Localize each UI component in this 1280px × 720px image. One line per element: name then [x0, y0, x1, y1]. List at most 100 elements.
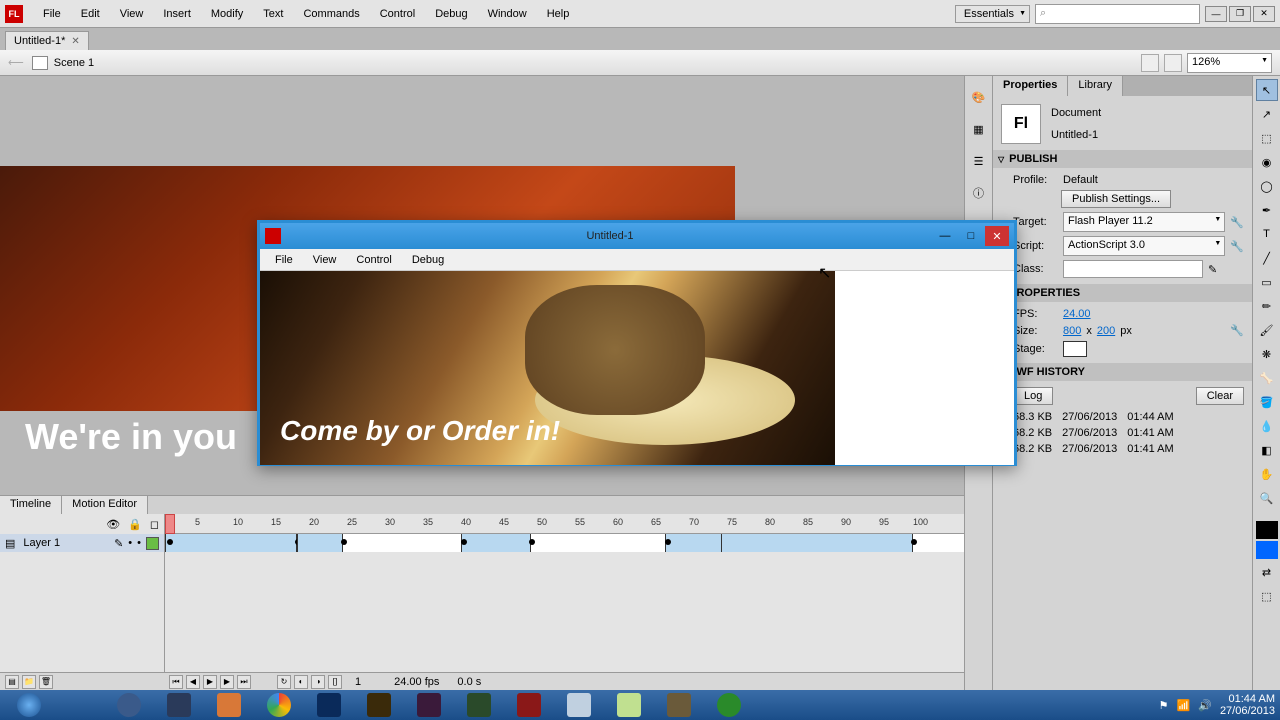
onion-outlines-button[interactable]: ◑ [311, 675, 325, 689]
taskbar-flash[interactable] [505, 691, 553, 719]
delete-layer-button[interactable]: 🗑 [39, 675, 53, 689]
lasso-tool[interactable]: ◯ [1256, 175, 1278, 197]
onion-skin-button[interactable]: ◐ [294, 675, 308, 689]
taskbar-photoshop[interactable] [305, 691, 353, 719]
menu-help[interactable]: Help [537, 4, 580, 24]
bone-tool[interactable]: 🦴 [1256, 367, 1278, 389]
frame-span[interactable] [461, 534, 531, 552]
loop-button[interactable]: ↻ [277, 675, 291, 689]
taskbar-aftereffects[interactable] [405, 691, 453, 719]
swf-menu-file[interactable]: File [265, 252, 303, 268]
script-dropdown[interactable]: ActionScript 3.0 [1063, 236, 1225, 256]
scene-name[interactable]: Scene 1 [54, 57, 94, 69]
taskbar-illustrator[interactable] [355, 691, 403, 719]
menu-modify[interactable]: Modify [201, 4, 253, 24]
frame-span[interactable] [721, 534, 913, 552]
wrench-icon[interactable]: 🔧 [1230, 216, 1244, 229]
taskbar-utorrent[interactable] [705, 691, 753, 719]
paint-bucket-tool[interactable]: 🪣 [1256, 391, 1278, 413]
clear-button[interactable]: Clear [1196, 387, 1244, 405]
3d-rotation-tool[interactable]: ◉ [1256, 151, 1278, 173]
pen-tool[interactable]: ✒ [1256, 199, 1278, 221]
new-folder-button[interactable]: 📁 [22, 675, 36, 689]
eyedropper-tool[interactable]: 💧 [1256, 415, 1278, 437]
hand-tool[interactable]: ✋ [1256, 463, 1278, 485]
free-transform-tool[interactable]: ⬚ [1256, 127, 1278, 149]
menu-edit[interactable]: Edit [71, 4, 110, 24]
first-frame-button[interactable]: ⏮ [169, 675, 183, 689]
subselection-tool[interactable]: ↗ [1256, 103, 1278, 125]
menu-commands[interactable]: Commands [293, 4, 369, 24]
tab-library[interactable]: Library [1068, 76, 1123, 96]
stage-color-swatch[interactable] [1063, 341, 1087, 357]
start-button[interactable] [5, 691, 53, 719]
align-panel-icon[interactable]: ☰ [968, 150, 990, 172]
taskbar-app[interactable] [555, 691, 603, 719]
menu-debug[interactable]: Debug [425, 4, 477, 24]
frame-track[interactable] [165, 534, 964, 552]
swf-minimize-button[interactable]: — [933, 226, 957, 246]
search-input[interactable]: ⌕ [1035, 4, 1200, 24]
layer-vis-dot[interactable]: • [128, 537, 132, 549]
minimize-button[interactable]: — [1205, 6, 1227, 22]
publish-section-header[interactable]: PUBLISH [993, 150, 1252, 168]
taskbar-app[interactable] [105, 691, 153, 719]
properties-section-header[interactable]: PROPERTIES [993, 284, 1252, 302]
taskbar-app[interactable] [155, 691, 203, 719]
frame-span[interactable] [297, 534, 343, 552]
menu-file[interactable]: File [33, 4, 71, 24]
snap-to-objects-icon[interactable]: ⬚ [1256, 585, 1278, 607]
fill-color[interactable] [1256, 541, 1278, 559]
height-value[interactable]: 200 [1097, 325, 1115, 337]
document-tab[interactable]: Untitled-1* ✕ [5, 31, 89, 50]
class-input[interactable] [1063, 260, 1203, 278]
publish-settings-button[interactable]: Publish Settings... [1061, 190, 1171, 208]
tray-volume-icon[interactable]: 🔊 [1198, 699, 1212, 712]
tab-timeline[interactable]: Timeline [0, 496, 62, 514]
wrench-icon[interactable]: 🔧 [1230, 240, 1244, 253]
pencil-icon[interactable]: ✎ [1208, 263, 1217, 276]
taskbar-app[interactable] [605, 691, 653, 719]
taskbar-explorer[interactable] [55, 691, 103, 719]
tab-properties[interactable]: Properties [993, 76, 1068, 96]
swf-maximize-button[interactable]: □ [959, 226, 983, 246]
swf-titlebar[interactable]: Untitled-1 — □ ✕ [260, 223, 1014, 249]
outline-icon[interactable]: ◻ [150, 518, 159, 531]
layer-row[interactable]: ▤ Layer 1 ✎ • • [0, 534, 164, 552]
next-frame-button[interactable]: ▶ [220, 675, 234, 689]
zoom-selector[interactable]: 126% [1187, 53, 1272, 73]
tray-network-icon[interactable]: 📶 [1177, 699, 1191, 712]
lock-icon[interactable]: 🔒 [128, 518, 142, 531]
zoom-tool[interactable]: 🔍 [1256, 487, 1278, 509]
play-button[interactable]: ▶ [203, 675, 217, 689]
keyframe[interactable] [911, 539, 917, 545]
swf-menu-control[interactable]: Control [346, 252, 401, 268]
prev-frame-button[interactable]: ◀ [186, 675, 200, 689]
close-button[interactable]: ✕ [1253, 6, 1275, 22]
layer-color-swatch[interactable] [146, 537, 159, 550]
log-button[interactable]: Log [1013, 387, 1053, 405]
taskbar-app[interactable] [205, 691, 253, 719]
keyframe[interactable] [341, 539, 347, 545]
eraser-tool[interactable]: ◧ [1256, 439, 1278, 461]
timeline-ruler[interactable]: 5 10 15 20 25 30 35 40 45 50 55 60 [165, 514, 964, 534]
swf-menu-debug[interactable]: Debug [402, 252, 454, 268]
keyframe[interactable] [461, 539, 467, 545]
tray-flag-icon[interactable]: ⚑ [1159, 699, 1169, 712]
color-panel-icon[interactable]: 🎨 [968, 86, 990, 108]
restore-button[interactable]: ❐ [1229, 6, 1251, 22]
taskbar-clock[interactable]: 01:44 AM 27/06/2013 [1220, 693, 1275, 717]
wrench-icon[interactable]: 🔧 [1230, 324, 1244, 337]
keyframe[interactable] [529, 539, 535, 545]
frame-span[interactable] [665, 534, 723, 552]
info-panel-icon[interactable]: ⓘ [968, 182, 990, 204]
menu-view[interactable]: View [110, 4, 154, 24]
back-arrow-icon[interactable]: ⟵ [8, 56, 24, 69]
deco-tool[interactable]: ❋ [1256, 343, 1278, 365]
target-dropdown[interactable]: Flash Player 11.2 [1063, 212, 1225, 232]
fps-value[interactable]: 24.00 [1063, 308, 1091, 320]
swatches-panel-icon[interactable]: ▦ [968, 118, 990, 140]
text-tool[interactable]: T [1256, 223, 1278, 245]
edit-frames-button[interactable]: [] [328, 675, 342, 689]
history-section-header[interactable]: SWF HISTORY [993, 363, 1252, 381]
